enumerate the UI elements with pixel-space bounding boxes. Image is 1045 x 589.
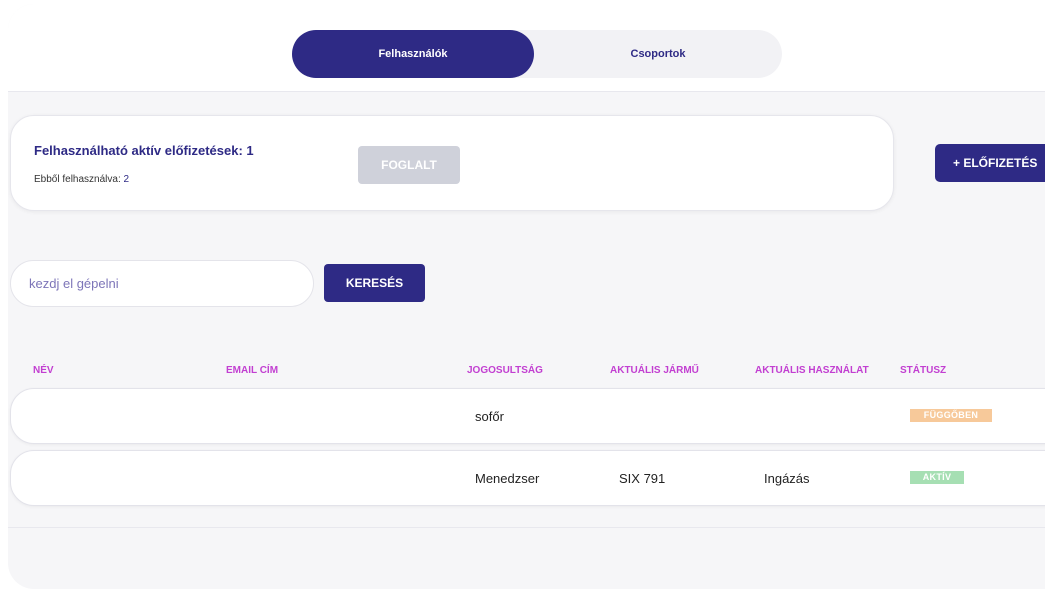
top-bar: Felhasználók Csoportok: [8, 4, 1045, 92]
header-role[interactable]: JOGOSULTSÁG: [467, 365, 543, 376]
header-status[interactable]: STÁTUSZ: [900, 365, 946, 376]
subscription-title: Felhasználható aktív előfizetések: 1: [34, 143, 254, 158]
subscription-used-value: 2: [123, 174, 130, 185]
tab-switcher: Felhasználók Csoportok: [292, 30, 782, 78]
cell-usage: Ingázás: [764, 471, 810, 486]
status-badge: FÜGGŐBEN: [910, 409, 992, 422]
header-vehicle[interactable]: AKTUÁLIS JÁRMŰ: [610, 365, 699, 376]
app-frame: Felhasználók Csoportok Felhasználható ak…: [8, 4, 1045, 589]
subscription-used: Ebből felhasználva: 2: [34, 174, 129, 185]
add-subscription-button[interactable]: + ELŐFIZETÉS: [935, 144, 1045, 182]
table-row[interactable]: Menedzser SIX 791 Ingázás AKTÍV: [10, 450, 1045, 506]
cell-role: sofőr: [475, 409, 504, 424]
tab-groups[interactable]: Csoportok: [534, 30, 782, 78]
table-row[interactable]: sofőr FÜGGŐBEN: [10, 388, 1045, 444]
subscription-card: Felhasználható aktív előfizetések: 1 Ebb…: [10, 115, 894, 211]
cell-vehicle: SIX 791: [619, 471, 666, 486]
tab-users[interactable]: Felhasználók: [292, 30, 534, 78]
search-button[interactable]: KERESÉS: [324, 264, 425, 302]
bottom-divider: [8, 527, 1045, 528]
header-usage[interactable]: AKTUÁLIS HASZNÁLAT: [755, 365, 869, 376]
occupied-button[interactable]: FOGLALT: [358, 146, 460, 184]
subscription-used-label: Ebből felhasználva:: [34, 174, 121, 185]
status-badge: AKTÍV: [910, 471, 964, 484]
header-email[interactable]: EMAIL CÍM: [226, 365, 278, 376]
search-input[interactable]: [10, 260, 314, 307]
cell-role: Menedzser: [475, 471, 540, 486]
header-name[interactable]: NÉV: [33, 365, 54, 376]
